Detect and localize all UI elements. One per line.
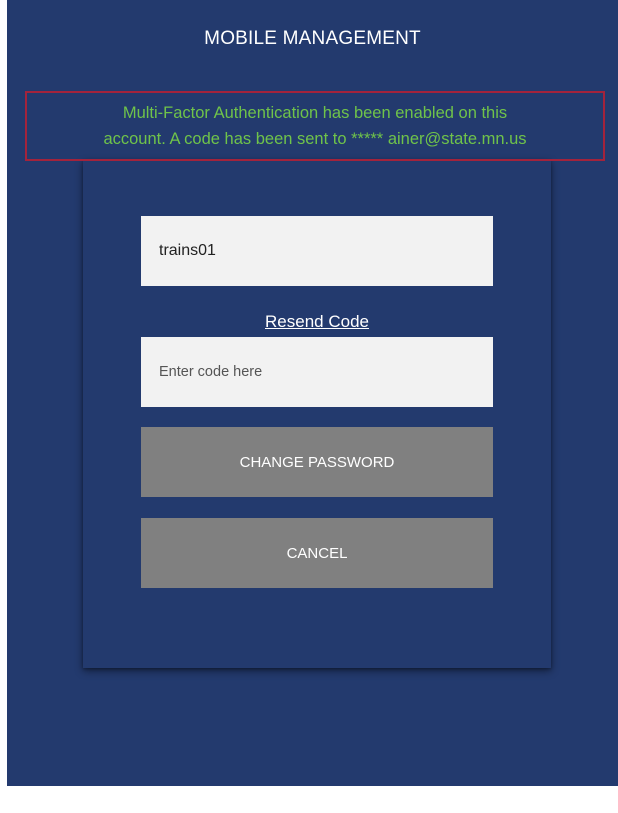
username-field[interactable] xyxy=(141,216,493,286)
mfa-notice-line-2: account. A code has been sent to ***** a… xyxy=(103,130,527,148)
page-title: MOBILE MANAGEMENT xyxy=(204,28,421,49)
mobile-management-screen: MOBILE MANAGEMENT Multi-Factor Authentic… xyxy=(7,0,618,786)
change-password-button[interactable]: CHANGE PASSWORD xyxy=(141,427,493,497)
verification-code-input[interactable] xyxy=(141,337,493,407)
cancel-button[interactable]: CANCEL xyxy=(141,518,493,588)
mfa-notice-banner: Multi-Factor Authentication has been ena… xyxy=(25,91,605,161)
mfa-notice-line-1: Multi-Factor Authentication has been ena… xyxy=(122,104,508,122)
resend-code-link[interactable]: Resend Code xyxy=(141,312,493,332)
